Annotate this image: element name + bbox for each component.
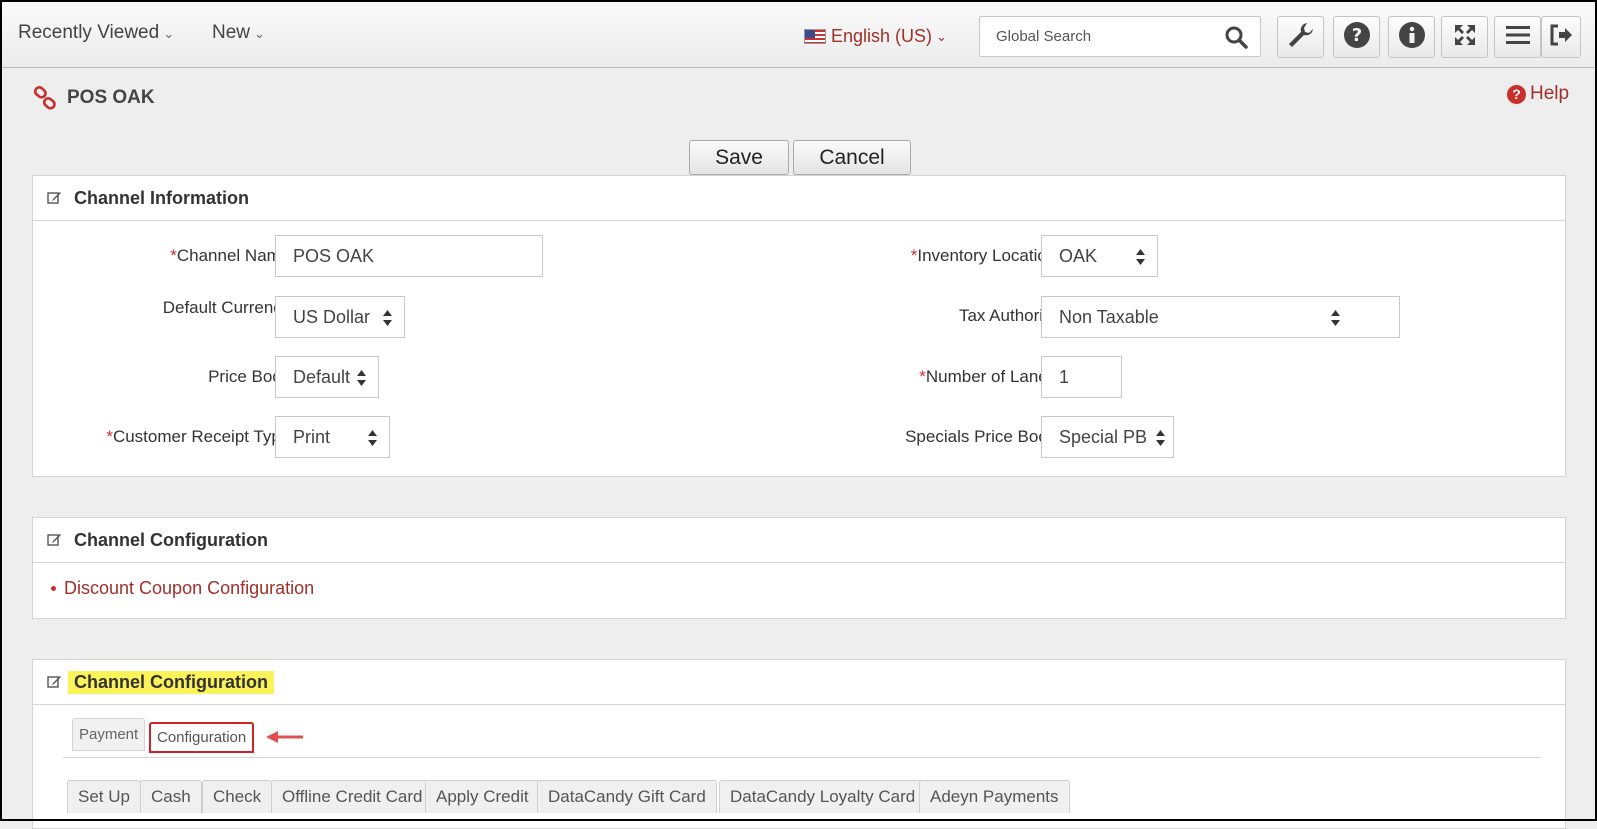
edit-icon[interactable] xyxy=(47,674,62,694)
chevron-down-icon: ⌄ xyxy=(254,26,265,41)
info-button[interactable] xyxy=(1388,16,1435,58)
sort-arrows-icon xyxy=(1155,429,1166,452)
settings-button[interactable] xyxy=(1277,16,1324,58)
search-icon[interactable] xyxy=(1224,25,1248,54)
help-label: Help xyxy=(1530,83,1570,104)
sort-arrows-icon xyxy=(1135,248,1146,271)
question-circle-icon: ? xyxy=(1343,21,1371,54)
language-selector[interactable]: English (US) ⌄ xyxy=(804,26,947,47)
number-of-lanes-field[interactable]: 1 xyxy=(1041,356,1122,398)
channel-configuration-panel: Channel Configuration Discount Coupon Co… xyxy=(32,517,1566,619)
subtab-check[interactable]: Check xyxy=(202,780,273,813)
subtab-set-up[interactable]: Set Up xyxy=(67,780,141,813)
search-input[interactable] xyxy=(994,17,1214,56)
annotation-arrow-icon xyxy=(266,730,304,749)
specials-price-book-select[interactable]: Special PB xyxy=(1041,416,1174,458)
sort-arrows-icon xyxy=(1330,309,1341,332)
specials-price-book-label: Specials Price Book: xyxy=(905,427,1061,446)
panel-title: Channel Configuration xyxy=(74,530,268,550)
panel-header: Channel Configuration xyxy=(33,660,1565,705)
subtab-offline-credit-card[interactable]: Offline Credit Card xyxy=(271,780,434,813)
tax-authority-select[interactable]: Non Taxable xyxy=(1041,296,1400,338)
wrench-icon xyxy=(1286,20,1316,55)
sort-arrows-icon xyxy=(356,369,367,392)
save-button[interactable]: Save xyxy=(689,140,789,175)
subtab-datacandy-gift-card[interactable]: DataCandy Gift Card xyxy=(537,780,717,813)
chevron-down-icon: ⌄ xyxy=(936,28,947,44)
link-chain-icon xyxy=(33,85,59,116)
new-menu[interactable]: New ⌄ xyxy=(212,22,265,44)
subtab-datacandy-loyalty-card[interactable]: DataCandy Loyalty Card xyxy=(719,780,927,813)
sort-arrows-icon xyxy=(367,429,378,452)
new-label: New xyxy=(212,22,251,43)
sign-out-icon xyxy=(1549,24,1573,51)
recently-viewed-label: Recently Viewed xyxy=(18,22,160,43)
panel-header: Channel Information xyxy=(33,176,1565,221)
logout-button[interactable] xyxy=(1541,16,1581,58)
panel-title: Channel Configuration xyxy=(68,671,274,694)
hamburger-icon xyxy=(1505,24,1530,51)
help-link[interactable]: ? Help xyxy=(1507,83,1569,105)
edit-icon[interactable] xyxy=(47,190,62,210)
subtab-cash[interactable]: Cash xyxy=(140,780,202,813)
panel-title: Channel Information xyxy=(74,188,249,208)
subtab-apply-credit[interactable]: Apply Credit xyxy=(425,780,540,813)
channel-configuration-panel-highlighted: Channel Configuration Payment Configurat… xyxy=(32,659,1566,829)
customer-receipt-type-label: *Customer Receipt Type: xyxy=(106,427,295,446)
recently-viewed-menu[interactable]: Recently Viewed ⌄ xyxy=(18,22,174,44)
svg-text:?: ? xyxy=(1351,25,1361,46)
sort-arrows-icon xyxy=(382,309,393,332)
help-icon: ? xyxy=(1507,84,1526,104)
info-circle-icon xyxy=(1398,21,1426,54)
bullet-icon xyxy=(51,586,56,591)
channel-name-field[interactable]: POS OAK xyxy=(275,235,543,277)
us-flag-icon xyxy=(804,29,826,44)
chevron-down-icon: ⌄ xyxy=(163,26,175,41)
help-button[interactable]: ? xyxy=(1333,16,1380,58)
tab-divider xyxy=(63,757,1541,758)
tab-configuration[interactable]: Configuration xyxy=(149,722,255,753)
page-title: POS OAK xyxy=(67,87,155,108)
default-currency-select[interactable]: US Dollar xyxy=(275,296,405,338)
price-book-select[interactable]: Default xyxy=(275,356,379,398)
language-label: English (US) xyxy=(831,26,933,46)
channel-information-panel: Channel Information *Channel Name: POS O… xyxy=(32,175,1566,477)
number-of-lanes-label: *Number of Lanes: xyxy=(919,367,1061,386)
fullscreen-button[interactable] xyxy=(1441,16,1488,58)
customer-receipt-type-select[interactable]: Print xyxy=(275,416,390,458)
global-search xyxy=(979,16,1261,57)
discount-coupon-configuration-link[interactable]: Discount Coupon Configuration xyxy=(51,578,314,599)
subtab-adeyn-payments[interactable]: Adeyn Payments xyxy=(919,780,1070,813)
menu-button[interactable] xyxy=(1494,16,1541,58)
inventory-location-label: *Inventory Location: xyxy=(910,246,1061,265)
edit-icon[interactable] xyxy=(47,532,62,552)
expand-icon xyxy=(1453,23,1477,52)
panel-header: Channel Configuration xyxy=(33,518,1565,563)
tab-payment[interactable]: Payment xyxy=(72,718,146,751)
inventory-location-select[interactable]: OAK xyxy=(1041,235,1158,277)
cancel-button[interactable]: Cancel xyxy=(793,140,911,175)
top-bar: Recently Viewed⌄ New⌄ English (US) ⌄ ? xyxy=(0,0,1597,68)
